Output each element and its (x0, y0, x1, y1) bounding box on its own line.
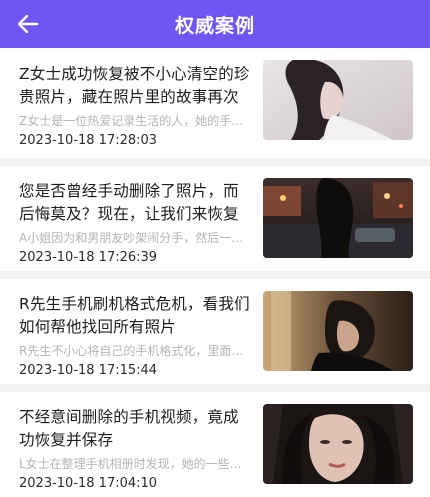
case-date: 2023-10-18 17:28:03 (19, 133, 158, 148)
back-button[interactable] (14, 10, 42, 38)
page-title: 权威案例 (174, 14, 255, 37)
case-card[interactable]: 您是否曾经手动删除了照片，而后悔莫及？现在，让我们来恢复守护吧 A小姐因为和男朋… (0, 166, 430, 271)
case-thumbnail (263, 60, 413, 140)
arrow-left-icon (18, 15, 38, 33)
case-title: 您是否曾经手动删除了照片，而后悔莫及？现在，让我们来恢复守护吧 (19, 182, 239, 223)
case-thumbnail (263, 291, 413, 371)
case-thumbnail (263, 404, 413, 484)
case-card[interactable]: 不经意间删除的手机视频，竟成功恢复并保存 L女士在整理手机相册时发现，她的一些…… (0, 392, 430, 497)
case-title: 不经意间删除的手机视频，竟成功恢复并保存 (19, 408, 239, 449)
case-date: 2023-10-18 17:15:44 (19, 363, 158, 378)
top-bar: 权威案例 (0, 0, 430, 48)
case-card[interactable]: R先生手机刷机格式危机，看我们如何帮他找回所有照片 R先生不小心将自己的手机格式… (0, 279, 430, 384)
case-thumbnail (263, 178, 413, 258)
case-excerpt: Z女士是一位热爱记录生活的人，她的手… (19, 114, 244, 128)
case-list: Z女士成功恢复被不小心清空的珍贵照片，藏在照片里的故事再次重现 Z女士是一位热爱… (0, 48, 430, 497)
case-title: Z女士成功恢复被不小心清空的珍贵照片，藏在照片里的故事再次重现 (19, 65, 250, 106)
case-excerpt: A小姐因为和男朋友吵架闹分手，然后一… (19, 231, 244, 245)
case-excerpt: R先生不小心将自己的手机格式化，里面… (19, 344, 244, 358)
case-date: 2023-10-18 17:26:39 (19, 250, 158, 265)
case-title: R先生手机刷机格式危机，看我们如何帮他找回所有照片 (19, 295, 250, 336)
case-date: 2023-10-18 17:04:10 (19, 476, 158, 491)
case-card[interactable]: Z女士成功恢复被不小心清空的珍贵照片，藏在照片里的故事再次重现 Z女士是一位热爱… (0, 48, 430, 158)
case-excerpt: L女士在整理手机相册时发现，她的一些… (19, 457, 242, 471)
